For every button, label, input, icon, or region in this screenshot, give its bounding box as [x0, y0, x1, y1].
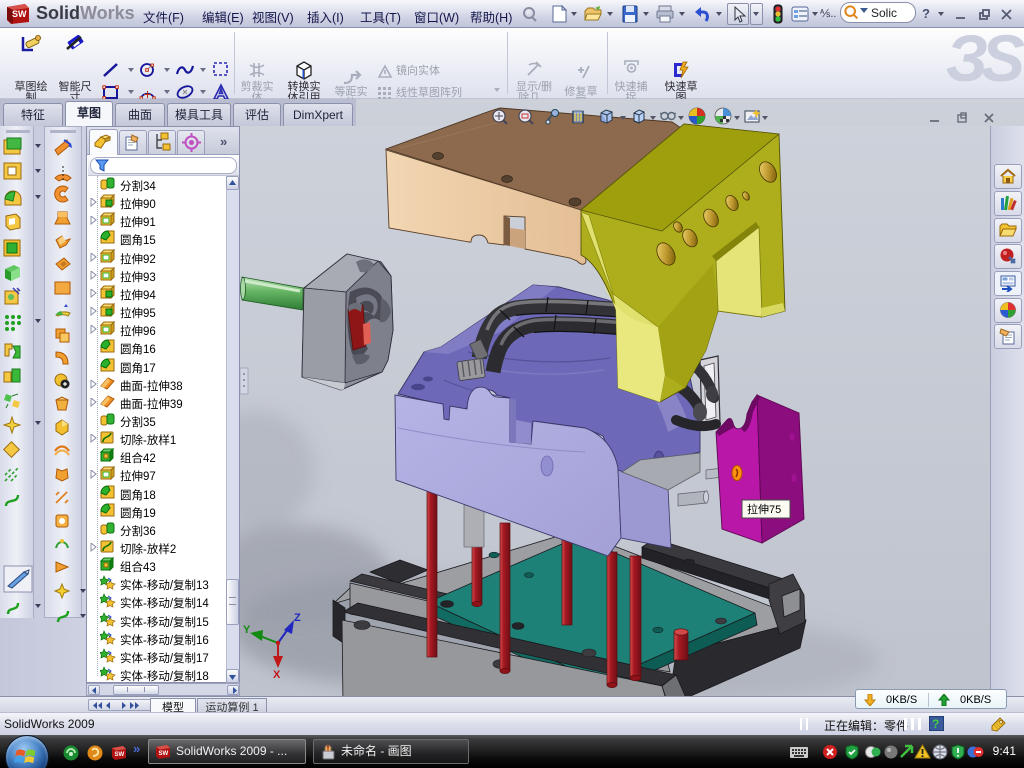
svg-text:SW: SW: [12, 9, 27, 19]
svg-text:SW: SW: [115, 752, 125, 758]
svg-text:SW: SW: [159, 751, 169, 757]
svg-text:Z: Z: [294, 612, 301, 624]
svg-text:拉伸75: 拉伸75: [747, 502, 781, 516]
svg-text:Y: Y: [243, 624, 251, 636]
svg-text:X: X: [273, 669, 281, 681]
